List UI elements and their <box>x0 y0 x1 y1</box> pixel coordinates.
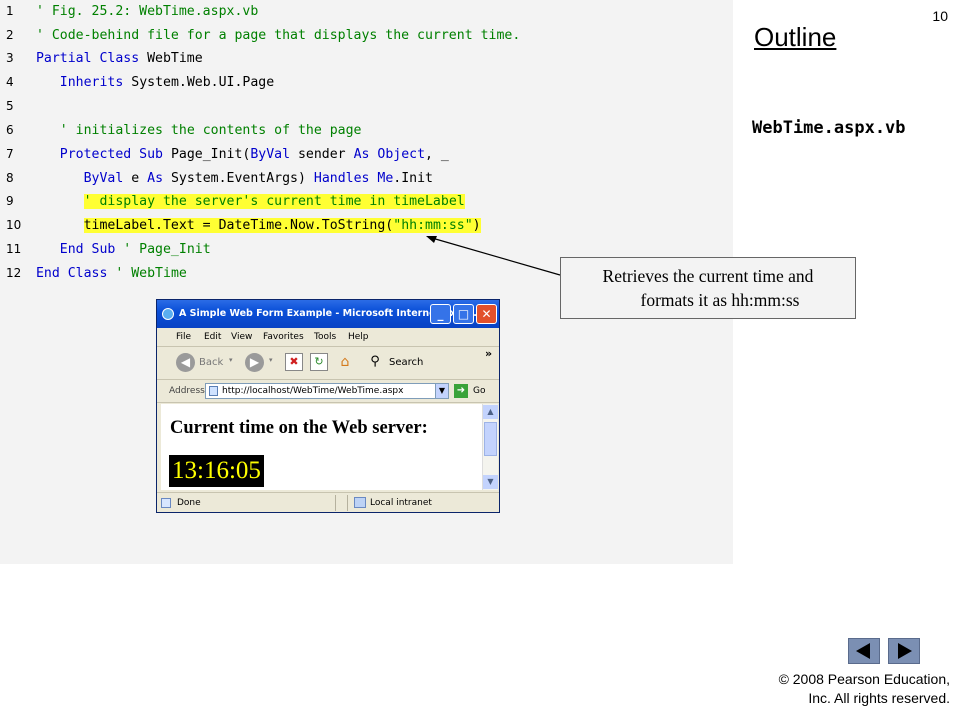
ie-icon <box>162 308 174 320</box>
page-heading: Current time on the Web server: <box>170 418 428 438</box>
go-label[interactable]: Go <box>473 380 485 402</box>
browser-window: A Simple Web Form Example - Microsoft In… <box>156 299 500 513</box>
previous-slide-button[interactable] <box>848 638 880 664</box>
callout-box: Retrieves the current time and formats i… <box>560 257 856 319</box>
search-label[interactable]: Search <box>389 357 423 368</box>
close-button[interactable]: ✕ <box>476 304 497 324</box>
browser-toolbar: ◀ Back ▾ ▶ ▾ ✖ ↻ ⌂ ⚲ Search » <box>157 347 499 380</box>
menu-file[interactable]: File <box>176 328 191 346</box>
intranet-icon <box>354 497 366 508</box>
status-bar: Done Local intranet <box>157 492 499 513</box>
stop-icon[interactable]: ✖ <box>285 353 303 371</box>
browser-titlebar[interactable]: A Simple Web Form Example - Microsoft In… <box>157 300 499 328</box>
scroll-thumb[interactable] <box>484 422 497 456</box>
page-icon <box>209 386 218 396</box>
vertical-scrollbar[interactable]: ▲ ▼ <box>482 404 498 490</box>
menu-bar: File Edit View Favorites Tools Help <box>157 328 499 347</box>
back-label[interactable]: Back <box>199 357 223 368</box>
home-icon[interactable]: ⌂ <box>336 353 354 371</box>
maximize-button[interactable]: □ <box>453 304 474 324</box>
forward-dropdown-icon[interactable]: ▾ <box>269 356 273 364</box>
done-page-icon <box>161 498 171 508</box>
callout-line-2: formats it as hh:mm:ss <box>640 290 800 310</box>
toolbar-overflow-icon[interactable]: » <box>485 347 492 360</box>
back-arrow-icon[interactable]: ◀ <box>176 353 195 372</box>
address-dropdown-icon[interactable]: ▼ <box>435 383 449 399</box>
address-label: Address <box>169 386 205 396</box>
callout-line-1: Retrieves the current time and <box>602 266 814 286</box>
menu-view[interactable]: View <box>231 328 252 346</box>
back-dropdown-icon[interactable]: ▾ <box>229 356 233 364</box>
forward-arrow-icon[interactable]: ▶ <box>245 353 264 372</box>
scroll-down-icon[interactable]: ▼ <box>483 475 498 489</box>
menu-favorites[interactable]: Favorites <box>263 328 304 346</box>
scroll-up-icon[interactable]: ▲ <box>483 405 498 419</box>
minimize-button[interactable]: _ <box>430 304 451 324</box>
refresh-icon[interactable]: ↻ <box>310 353 328 371</box>
address-input[interactable]: http://localhost/WebTime/WebTime.aspx <box>205 383 445 399</box>
menu-help[interactable]: Help <box>348 328 369 346</box>
status-zone: Local intranet <box>370 498 432 508</box>
copyright: © 2008 Pearson Education, Inc. All right… <box>779 670 950 708</box>
left-arrow-icon <box>856 643 870 659</box>
menu-edit[interactable]: Edit <box>204 328 221 346</box>
right-arrow-icon <box>898 643 912 659</box>
copyright-line-2: Inc. All rights reserved. <box>808 690 950 706</box>
menu-tools[interactable]: Tools <box>314 328 336 346</box>
browser-content: Current time on the Web server: 13:16:05 <box>161 404 482 490</box>
status-done: Done <box>177 498 201 508</box>
time-label: 13:16:05 <box>169 455 264 487</box>
next-slide-button[interactable] <box>888 638 920 664</box>
search-icon[interactable]: ⚲ <box>366 353 384 371</box>
copyright-line-1: © 2008 Pearson Education, <box>778 671 950 687</box>
address-value: http://localhost/WebTime/WebTime.aspx <box>222 386 404 396</box>
go-arrow-icon[interactable]: ➜ <box>454 384 468 398</box>
address-bar: Address http://localhost/WebTime/WebTime… <box>157 380 499 403</box>
